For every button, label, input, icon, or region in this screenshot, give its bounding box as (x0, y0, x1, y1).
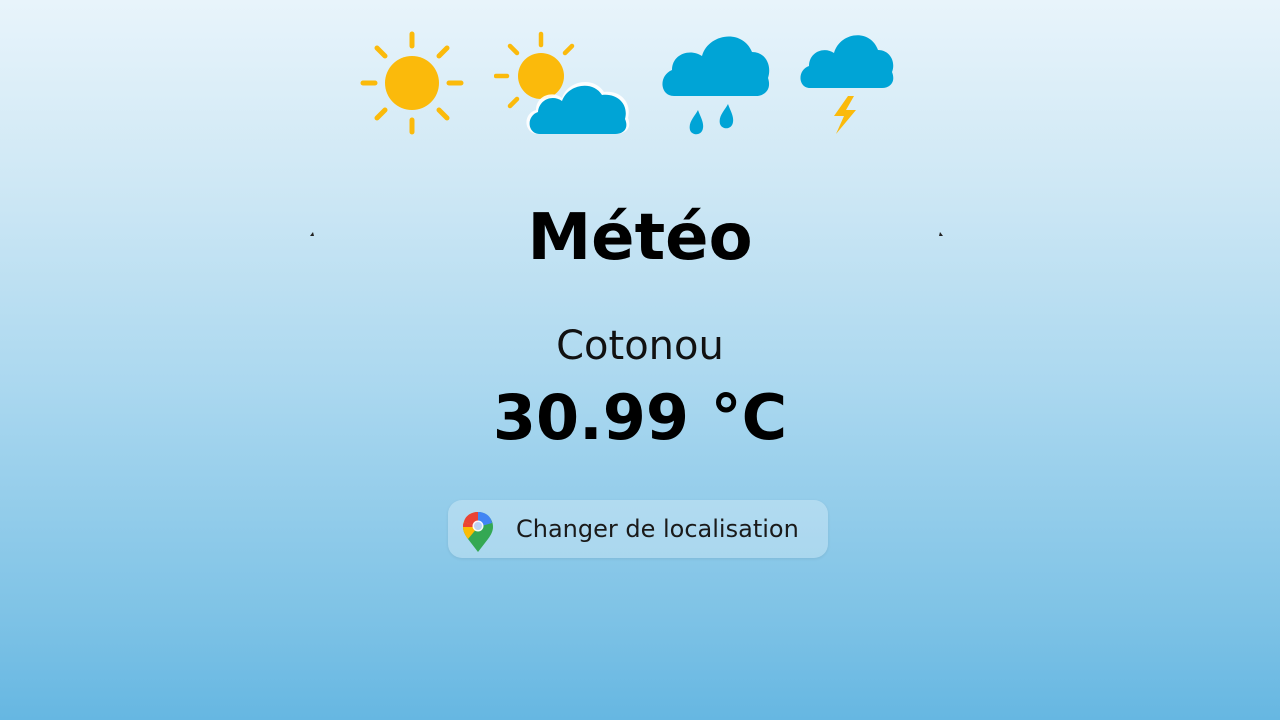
weather-icons-banner (0, 30, 1280, 140)
change-location-button[interactable]: Changer de localisation (448, 500, 828, 558)
city-name: Cotonou (556, 323, 724, 369)
sun-icon (360, 31, 464, 135)
partly-cloudy-icon (494, 31, 630, 134)
temperature-value: 30.99 °C (492, 381, 788, 454)
page-title: Météo (527, 201, 753, 275)
change-location-label: Changer de localisation (516, 515, 799, 543)
thunderstorm-icon (800, 35, 894, 134)
rain-cloud-icon (662, 36, 770, 135)
map-pin-icon (463, 512, 493, 552)
